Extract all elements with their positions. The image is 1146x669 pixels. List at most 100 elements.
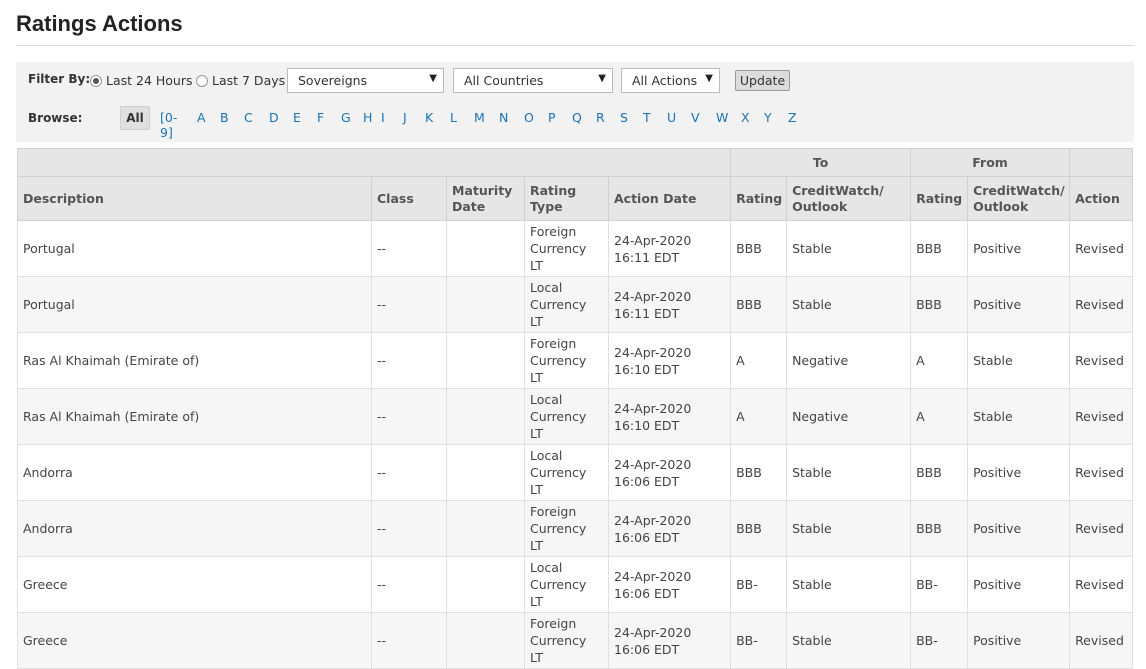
row-to-outlook: Stable (786, 500, 912, 557)
column-header-from-outlook[interactable]: CreditWatch/ Outlook (967, 176, 1071, 221)
browse-letter-link[interactable]: T (643, 110, 651, 125)
row-to-rating: BB- (730, 556, 788, 613)
row-to-rating: BBB (730, 444, 788, 501)
filter-row: Filter By: Last 24 Hours Last 7 Days Sov… (16, 62, 1134, 100)
row-to-rating: BB- (730, 612, 788, 669)
browse-letter-link[interactable]: J (403, 110, 407, 125)
browse-all-button[interactable]: All (120, 106, 150, 130)
column-header-rating-type[interactable]: Rating Type (524, 176, 609, 221)
column-header-class[interactable]: Class (371, 176, 447, 221)
row-rating-type: Local Currency LT (524, 444, 609, 501)
country-select-value: All Countries (464, 73, 544, 88)
column-header-description[interactable]: Description (17, 176, 372, 221)
country-select[interactable]: All Countries ▼ (453, 68, 613, 93)
row-class: -- (371, 388, 447, 445)
browse-letter-link[interactable]: S (620, 110, 628, 125)
browse-letter-link[interactable]: E (293, 110, 301, 125)
browse-letter-link[interactable]: X (741, 110, 750, 125)
row-maturity-date (446, 444, 525, 501)
browse-letter-link[interactable]: R (596, 110, 605, 125)
action-select[interactable]: All Actions ▼ (621, 68, 720, 93)
row-maturity-date (446, 388, 525, 445)
row-to-outlook: Negative (786, 388, 912, 445)
row-description-link[interactable]: Andorra (17, 500, 372, 557)
table-body: Portugal -- Foreign Currency LT 24-Apr-2020… (17, 220, 1134, 669)
row-from-outlook: Stable (967, 332, 1071, 389)
row-to-rating: BBB (730, 276, 788, 333)
browse-letter-link[interactable]: H (363, 110, 372, 125)
row-to-outlook: Stable (786, 612, 912, 669)
browse-letter-link[interactable]: C (244, 110, 253, 125)
chevron-down-icon: ▼ (429, 73, 437, 84)
column-header-action-date[interactable]: Action Date (607, 176, 732, 221)
browse-letter-link[interactable]: F (317, 110, 324, 125)
browse-letter-link[interactable]: B (220, 110, 229, 125)
row-from-rating: BBB (910, 500, 969, 557)
row-class: -- (371, 332, 447, 389)
row-description-link[interactable]: Portugal (17, 220, 372, 277)
browse-letter-link[interactable]: G (341, 110, 351, 125)
row-rating-type: Foreign Currency LT (524, 612, 609, 669)
browse-letter-link[interactable]: [0-9] (160, 110, 177, 140)
column-header-to-outlook[interactable]: CreditWatch/ Outlook (786, 176, 912, 221)
row-from-rating: BBB (910, 220, 969, 277)
browse-row: Browse: All [0-9] A B C D E F G H I J K L M N O P Q R S T U V W… (16, 102, 1134, 140)
row-maturity-date (446, 276, 525, 333)
row-rating-type: Foreign Currency LT (524, 220, 609, 277)
browse-letter-link[interactable]: M (474, 110, 485, 125)
row-class: -- (371, 220, 447, 277)
row-from-outlook: Positive (967, 444, 1071, 501)
column-header-action[interactable]: Action (1069, 176, 1134, 221)
row-rating-type: Foreign Currency LT (524, 332, 609, 389)
row-description-link[interactable]: Ras Al Khaimah (Emirate of) (17, 388, 372, 445)
browse-letter-link[interactable]: I (381, 110, 385, 125)
ratings-actions-table: To From Description Class Maturity Date … (16, 148, 1134, 669)
row-action-date: 24-Apr-2020 16:11 EDT (607, 276, 732, 333)
row-description-link[interactable]: Ras Al Khaimah (Emirate of) (17, 332, 372, 389)
browse-letter-link[interactable]: L (450, 110, 457, 125)
row-action-date: 24-Apr-2020 16:06 EDT (607, 500, 732, 557)
row-from-rating: BBB (910, 276, 969, 333)
radio-last-7-days-label: Last 7 Days (212, 73, 286, 88)
row-description-link[interactable]: Portugal (17, 276, 372, 333)
radio-last-7-days[interactable]: Last 7 Days (196, 73, 285, 88)
radio-last-24-hours[interactable]: Last 24 Hours (90, 73, 193, 88)
row-rating-type: Local Currency LT (524, 276, 609, 333)
table-row: Portugal -- Local Currency LT 24-Apr-2020 1… (17, 276, 1134, 333)
row-from-outlook: Positive (967, 220, 1071, 277)
browse-letter-link[interactable]: Z (788, 110, 797, 125)
table-row: Greece -- Local Currency LT 24-Apr-2020 16:… (17, 556, 1134, 613)
row-to-outlook: Negative (786, 332, 912, 389)
row-maturity-date (446, 220, 525, 277)
row-class: -- (371, 500, 447, 557)
browse-letter-link[interactable]: W (716, 110, 728, 125)
browse-letter-link[interactable]: Q (572, 110, 582, 125)
row-description-link[interactable]: Andorra (17, 444, 372, 501)
browse-letter-link[interactable]: N (499, 110, 508, 125)
row-action: Revised (1069, 612, 1134, 669)
row-to-outlook: Stable (786, 220, 912, 277)
column-header-maturity-date[interactable]: Maturity Date (446, 176, 525, 221)
row-action-date: 24-Apr-2020 16:06 EDT (607, 612, 732, 669)
sector-select[interactable]: Sovereigns ▼ (287, 68, 444, 93)
browse-letter-link[interactable]: U (667, 110, 676, 125)
row-description-link[interactable]: Greece (17, 556, 372, 613)
table-row: Greece -- Foreign Currency LT 24-Apr-2020 1… (17, 612, 1134, 669)
column-header-from-rating[interactable]: Rating (910, 176, 969, 221)
browse-letter-link[interactable]: D (269, 110, 279, 125)
row-rating-type: Foreign Currency LT (524, 500, 609, 557)
row-description-link[interactable]: Greece (17, 612, 372, 669)
browse-letter-link[interactable]: P (548, 110, 556, 125)
browse-letter-link[interactable]: V (691, 110, 700, 125)
row-action: Revised (1069, 388, 1134, 445)
browse-letter-link[interactable]: O (524, 110, 534, 125)
browse-letter-link[interactable]: A (197, 110, 206, 125)
table-row: Andorra -- Local Currency LT 24-Apr-2020 16… (17, 444, 1134, 501)
browse-letter-link[interactable]: Y (764, 110, 772, 125)
row-rating-type: Local Currency LT (524, 556, 609, 613)
row-class: -- (371, 444, 447, 501)
row-to-rating: A (730, 388, 788, 445)
update-button[interactable]: Update (735, 70, 790, 91)
column-header-to-rating[interactable]: Rating (730, 176, 788, 221)
browse-letter-link[interactable]: K (425, 110, 433, 125)
